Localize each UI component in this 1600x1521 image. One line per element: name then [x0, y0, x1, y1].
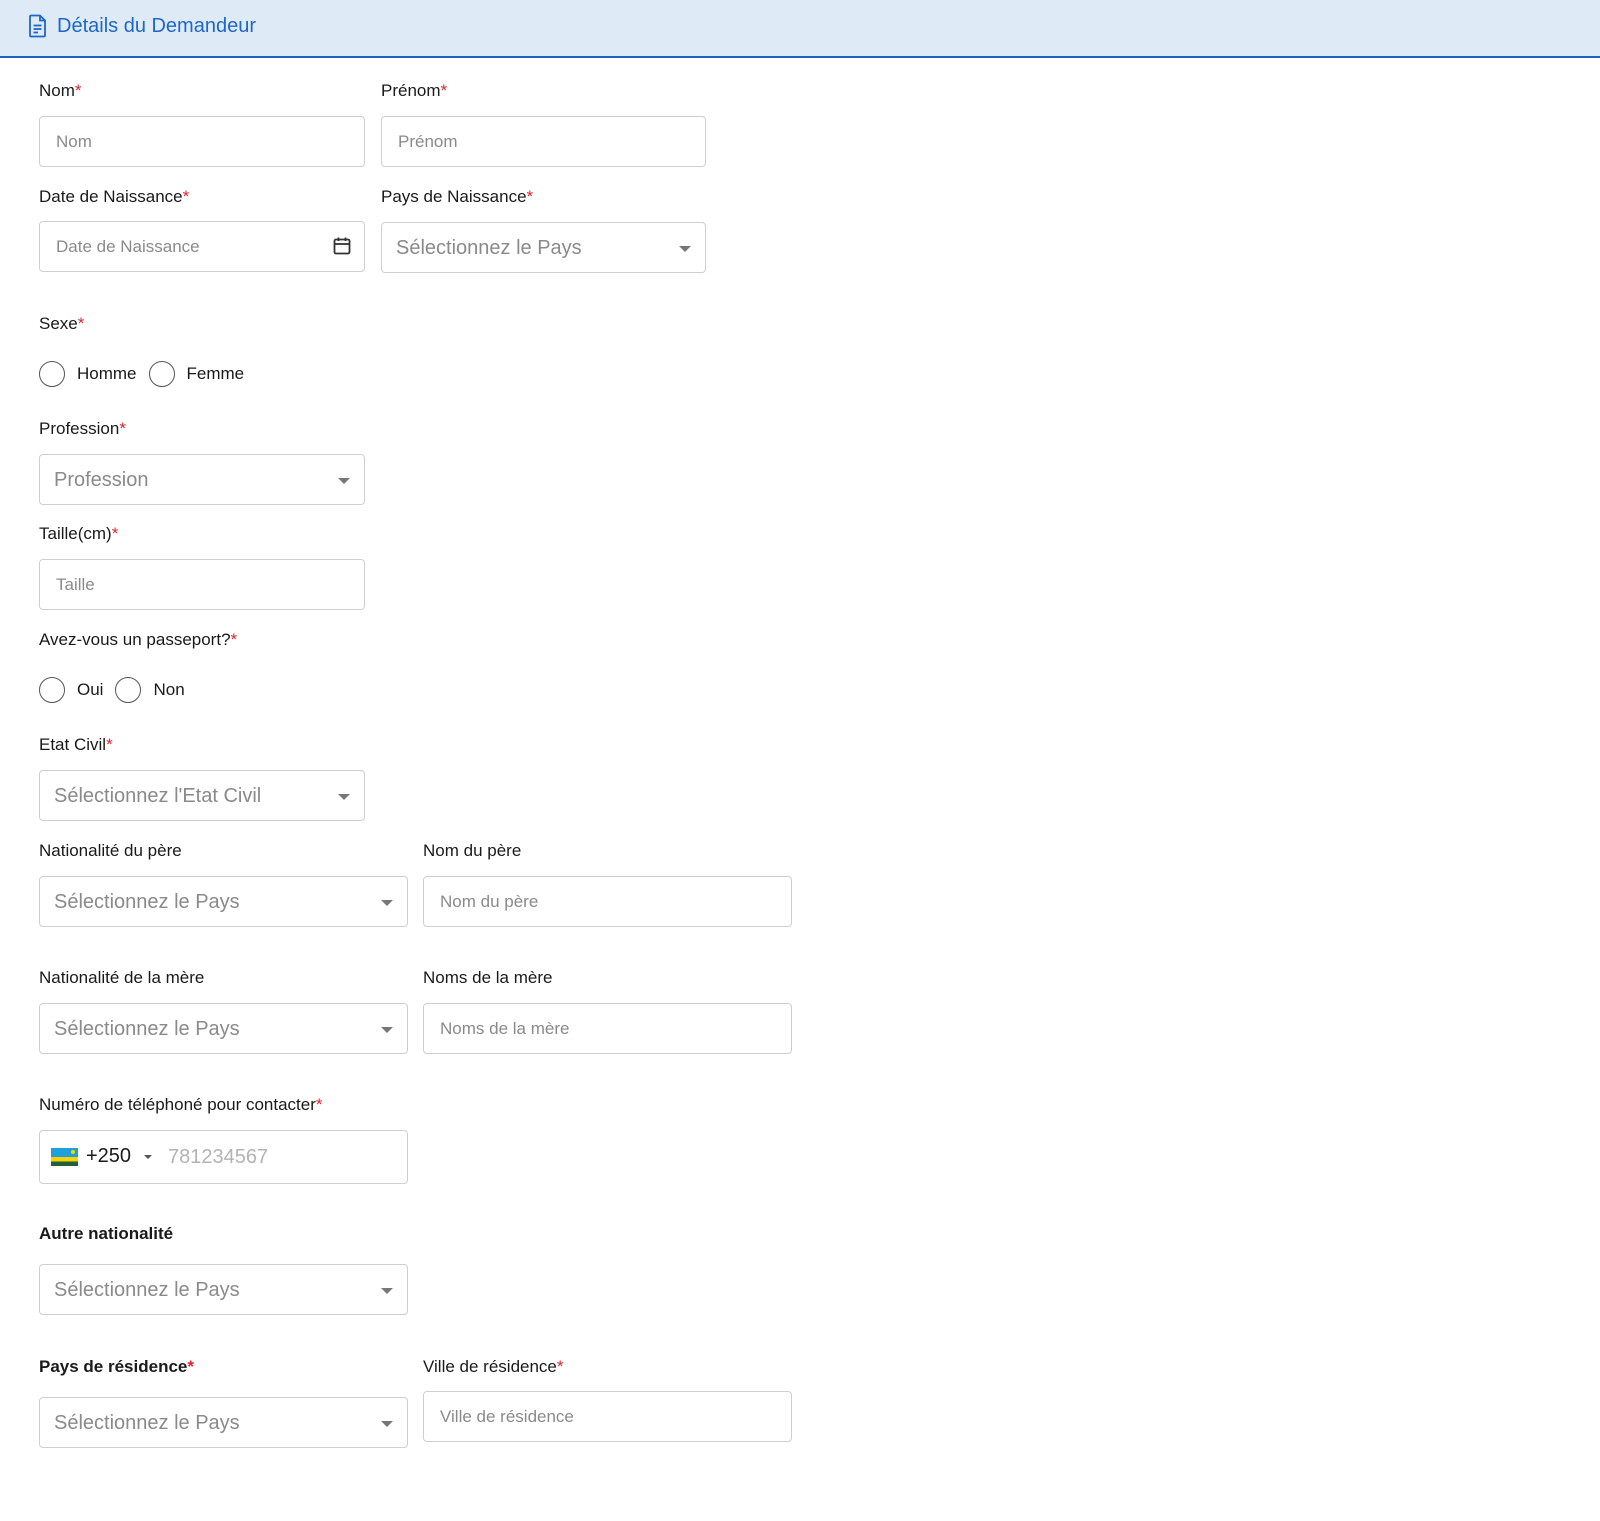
femme-radio[interactable] — [148, 361, 175, 387]
rwanda-flag-icon[interactable] — [51, 1148, 78, 1166]
autre-nationalite-placeholder: Sélectionnez le Pays — [54, 1279, 240, 1301]
nationalite-pere-placeholder: Sélectionnez le Pays — [54, 891, 240, 913]
nationalite-pere-select[interactable]: Sélectionnez le Pays — [39, 876, 408, 927]
oui-radio[interactable] — [39, 677, 65, 703]
etat-civil-placeholder: Sélectionnez l'Etat Civil — [54, 785, 262, 807]
date-naissance-field — [39, 221, 365, 272]
pays-residence-select[interactable]: Sélectionnez le Pays — [39, 1397, 408, 1448]
ville-residence-field — [423, 1391, 792, 1442]
noms-mere-input[interactable] — [424, 1004, 791, 1053]
chevron-down-icon — [679, 246, 691, 252]
taille-input[interactable] — [40, 560, 364, 609]
non-label[interactable]: Non — [153, 680, 184, 700]
date-naissance-input[interactable] — [40, 222, 364, 271]
date-naissance-label: Date de Naissance* — [39, 187, 190, 206]
femme-label[interactable]: Femme — [187, 364, 245, 384]
telephone-field: +250 — [39, 1130, 408, 1184]
chevron-down-icon — [381, 900, 393, 906]
nationalite-mere-placeholder: Sélectionnez le Pays — [54, 1018, 240, 1040]
ville-residence-input[interactable] — [424, 1392, 791, 1441]
pays-residence-placeholder: Sélectionnez le Pays — [54, 1412, 240, 1434]
oui-label[interactable]: Oui — [77, 680, 103, 700]
noms-mere-label: Noms de la mère — [423, 968, 553, 987]
passeport-label: Avez-vous un passeport?* — [39, 630, 238, 649]
pays-naissance-placeholder: Sélectionnez le Pays — [396, 237, 582, 259]
etat-civil-label: Etat Civil* — [39, 735, 113, 754]
profession-select[interactable]: Profession — [39, 454, 365, 505]
chevron-down-icon[interactable] — [144, 1155, 152, 1159]
nom-field — [39, 116, 365, 167]
autre-nationalite-select[interactable]: Sélectionnez le Pays — [39, 1264, 408, 1315]
passeport-radio-group: Oui Non — [39, 677, 197, 703]
homme-radio[interactable] — [39, 361, 65, 387]
telephone-input[interactable] — [164, 1131, 384, 1183]
chevron-down-icon — [381, 1027, 393, 1033]
nom-input[interactable] — [40, 117, 364, 166]
sexe-radio-group: Homme Femme — [39, 361, 256, 387]
chevron-down-icon — [338, 478, 350, 484]
section-header: Détails du Demandeur — [0, 0, 1600, 58]
taille-label: Taille(cm)* — [39, 524, 119, 543]
chevron-down-icon — [338, 794, 350, 800]
taille-field — [39, 559, 365, 610]
prenom-label: Prénom* — [381, 81, 448, 100]
pays-naissance-select[interactable]: Sélectionnez le Pays — [381, 222, 706, 273]
section-title: Détails du Demandeur — [57, 15, 256, 37]
nationalite-mere-select[interactable]: Sélectionnez le Pays — [39, 1003, 408, 1054]
nom-pere-label: Nom du père — [423, 841, 522, 860]
etat-civil-select[interactable]: Sélectionnez l'Etat Civil — [39, 770, 365, 821]
country-code[interactable]: +250 — [86, 1144, 131, 1168]
homme-label[interactable]: Homme — [77, 364, 137, 384]
chevron-down-icon — [381, 1288, 393, 1294]
noms-mere-field — [423, 1003, 792, 1054]
prenom-input[interactable] — [382, 117, 705, 166]
telephone-label: Numéro de téléphoné pour contacter* — [39, 1095, 323, 1114]
autre-nationalite-label: Autre nationalité — [39, 1224, 174, 1243]
pays-residence-label: Pays de résidence* — [39, 1357, 194, 1376]
nationalite-mere-label: Nationalité de la mère — [39, 968, 205, 987]
prenom-field — [381, 116, 706, 167]
sexe-label: Sexe* — [39, 314, 85, 333]
nom-pere-field — [423, 876, 792, 927]
document-icon — [29, 14, 46, 38]
non-radio[interactable] — [115, 677, 142, 703]
nom-pere-input[interactable] — [424, 877, 791, 926]
ville-residence-label: Ville de résidence* — [423, 1357, 564, 1376]
nom-label: Nom* — [39, 81, 82, 100]
calendar-icon[interactable] — [332, 236, 352, 256]
profession-label: Profession* — [39, 419, 126, 438]
pays-naissance-label: Pays de Naissance* — [381, 187, 534, 206]
chevron-down-icon — [381, 1421, 393, 1427]
nationalite-pere-label: Nationalité du père — [39, 841, 182, 860]
profession-placeholder: Profession — [54, 469, 149, 491]
